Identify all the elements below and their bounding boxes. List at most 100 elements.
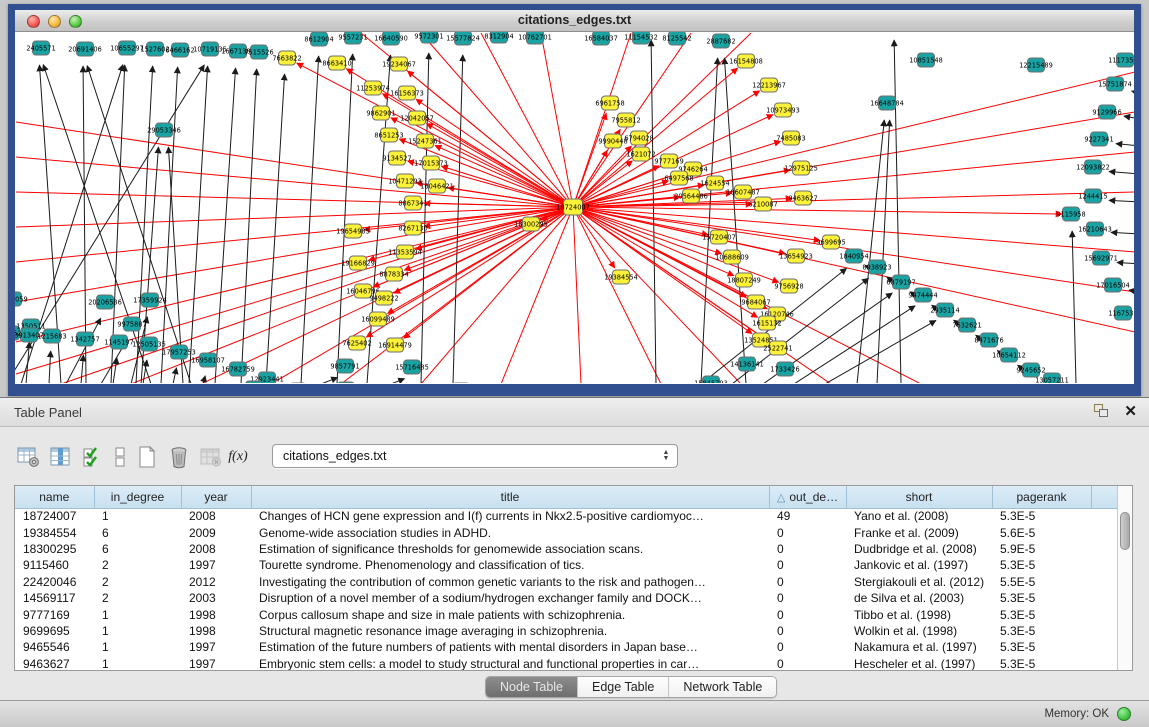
network-node-label: 9975887 <box>117 320 146 328</box>
network-node-label: 17015373 <box>414 159 448 167</box>
cell-short: Hescheler et al. (1997) <box>846 656 992 671</box>
table-row[interactable]: 1456911722003Disruption of a novel membe… <box>15 590 1119 606</box>
network-node-label: 17957253 <box>162 348 196 356</box>
table-row[interactable]: 969969511998Structural magnetic resonanc… <box>15 623 1119 639</box>
column-header-year[interactable]: year <box>181 486 251 508</box>
table-settings-icon[interactable] <box>14 444 44 471</box>
table-selector-combobox[interactable]: citations_edges.txt ▲▼ <box>272 444 678 468</box>
function-builder-icon[interactable]: f(x) <box>228 444 248 471</box>
network-node-label: 29053346 <box>147 126 181 134</box>
cell-name: 22420046 <box>15 574 94 590</box>
cell-title: Structural magnetic resonance image aver… <box>251 623 769 639</box>
citation-edge-black <box>266 74 285 383</box>
citation-edge-black <box>701 58 718 383</box>
network-node-label: 6961758 <box>595 99 624 107</box>
cell-year: 1997 <box>181 557 251 573</box>
table-row[interactable]: 977716911998Corpus callosum shape and si… <box>15 606 1119 622</box>
tab-edge-table[interactable]: Edge Table <box>578 677 669 697</box>
cell-filler <box>1091 557 1119 573</box>
table-row[interactable]: 946362711997Embryonic stem cells: a mode… <box>15 656 1119 671</box>
citation-edge-black <box>1072 231 1076 383</box>
network-node-label: 15751874 <box>1098 80 1132 88</box>
column-header-short[interactable]: short <box>846 486 992 508</box>
table-row[interactable]: 946554611997Estimation of the future num… <box>15 639 1119 655</box>
network-node-label: 15716485 <box>395 363 429 371</box>
cell-pagerank: 5.3E-5 <box>992 606 1091 622</box>
select-all-rows-icon[interactable] <box>78 444 108 471</box>
network-node-label: 9684067 <box>741 298 770 306</box>
network-node-label: 2522741 <box>763 344 792 352</box>
float-window-icon[interactable] <box>1094 404 1110 419</box>
column-header-out_degree[interactable]: △out_de… <box>769 486 846 508</box>
table-row[interactable]: 1938455462009Genome-wide association stu… <box>15 524 1119 540</box>
column-header-in_degree[interactable]: in_degree <box>94 486 181 508</box>
cell-filler <box>1091 524 1119 540</box>
delete-column-icon[interactable] <box>164 444 194 471</box>
network-node-label: 2935114 <box>930 306 959 314</box>
cell-title: Tourette syndrome. Phenomenology and cla… <box>251 557 769 573</box>
network-node-label: 9557231 <box>338 33 367 41</box>
citation-network-graph[interactable]: 2405571206914061065529715276026466162107… <box>15 32 1134 383</box>
table-row[interactable]: 1872400712008Changes of HCN gene express… <box>15 508 1119 524</box>
column-header-pagerank[interactable]: pagerank <box>992 486 1091 508</box>
cell-year: 1998 <box>181 606 251 622</box>
column-header-title[interactable]: title <box>251 486 769 508</box>
cell-short: Franke et al. (2009) <box>846 524 992 540</box>
network-node-label: 18807249 <box>727 276 761 284</box>
cell-filler <box>1091 639 1119 655</box>
cell-pagerank: 5.3E-5 <box>992 656 1091 671</box>
combo-stepper-icon[interactable]: ▲▼ <box>659 447 673 465</box>
citation-edge-black <box>215 68 236 383</box>
column-header-filler <box>1091 486 1119 508</box>
cell-out_degree: 0 <box>769 623 846 639</box>
citation-edge-red <box>573 207 779 282</box>
citation-edge-red <box>501 207 573 383</box>
unselect-rows-icon[interactable] <box>110 444 130 471</box>
table-type-tabs: Node TableEdge TableNetwork Table <box>485 676 777 698</box>
cell-pagerank: 5.3E-5 <box>992 508 1091 524</box>
network-node-label: 9990448 <box>598 137 627 145</box>
network-node[interactable] <box>338 382 355 383</box>
network-canvas[interactable]: 2405571206914061065529715276026466162107… <box>15 32 1134 383</box>
citation-edge-black <box>1109 200 1134 202</box>
table-row[interactable]: 2242004622012Investigating the contribut… <box>15 574 1119 590</box>
network-node-label: 9245652 <box>1016 366 1045 374</box>
network-node-label: 13654923 <box>779 252 813 260</box>
network-node-label: 7625402 <box>342 339 371 347</box>
network-node-label: 2887682 <box>706 37 735 45</box>
network-node-label: 16782759 <box>221 365 255 373</box>
cell-short: Dudbridge et al. (2008) <box>846 541 992 557</box>
cell-short: de Silva et al. (2003) <box>846 590 992 606</box>
network-node-label: 7663822 <box>272 54 301 62</box>
window-titlebar[interactable]: citations_edges.txt <box>15 10 1134 32</box>
column-header-name[interactable]: name <box>15 486 94 508</box>
cell-filler <box>1091 623 1119 639</box>
network-node-label: 1342757 <box>70 335 99 343</box>
tab-node-table[interactable]: Node Table <box>486 677 578 697</box>
close-icon[interactable]: ✕ <box>1124 404 1137 419</box>
network-node-label: 6497568 <box>664 174 693 182</box>
cell-title: Disruption of a novel member of a sodium… <box>251 590 769 606</box>
network-node-label: 9115958 <box>1056 210 1085 218</box>
tab-network-table[interactable]: Network Table <box>669 677 776 697</box>
scrollbar-thumb[interactable] <box>1120 512 1130 550</box>
citation-edge-red <box>16 207 573 227</box>
table-row[interactable]: 911546021997Tourette syndrome. Phenomeno… <box>15 557 1119 573</box>
network-node-label: 8312904 <box>484 32 513 40</box>
network-node[interactable] <box>246 381 263 383</box>
cell-name: 9463627 <box>15 656 94 671</box>
delete-table-icon[interactable] <box>196 444 226 471</box>
cell-year: 2008 <box>181 541 251 557</box>
network-node-label: 15845793 <box>694 379 728 383</box>
network-node-label: 17016504 <box>1096 281 1130 289</box>
table-column-icon[interactable] <box>46 444 76 471</box>
network-node-label: 15577824 <box>446 34 480 42</box>
network-node-label: 20206536 <box>88 298 122 306</box>
network-node-label: 1244415 <box>1078 192 1107 200</box>
table-vertical-scrollbar[interactable] <box>1117 486 1132 670</box>
network-node-label: 18724007 <box>556 203 590 211</box>
table-row[interactable]: 1830029562008Estimation of significance … <box>15 541 1119 557</box>
new-table-icon[interactable] <box>132 444 162 471</box>
cell-out_degree: 0 <box>769 541 846 557</box>
network-node-label: 16584037 <box>584 34 618 42</box>
